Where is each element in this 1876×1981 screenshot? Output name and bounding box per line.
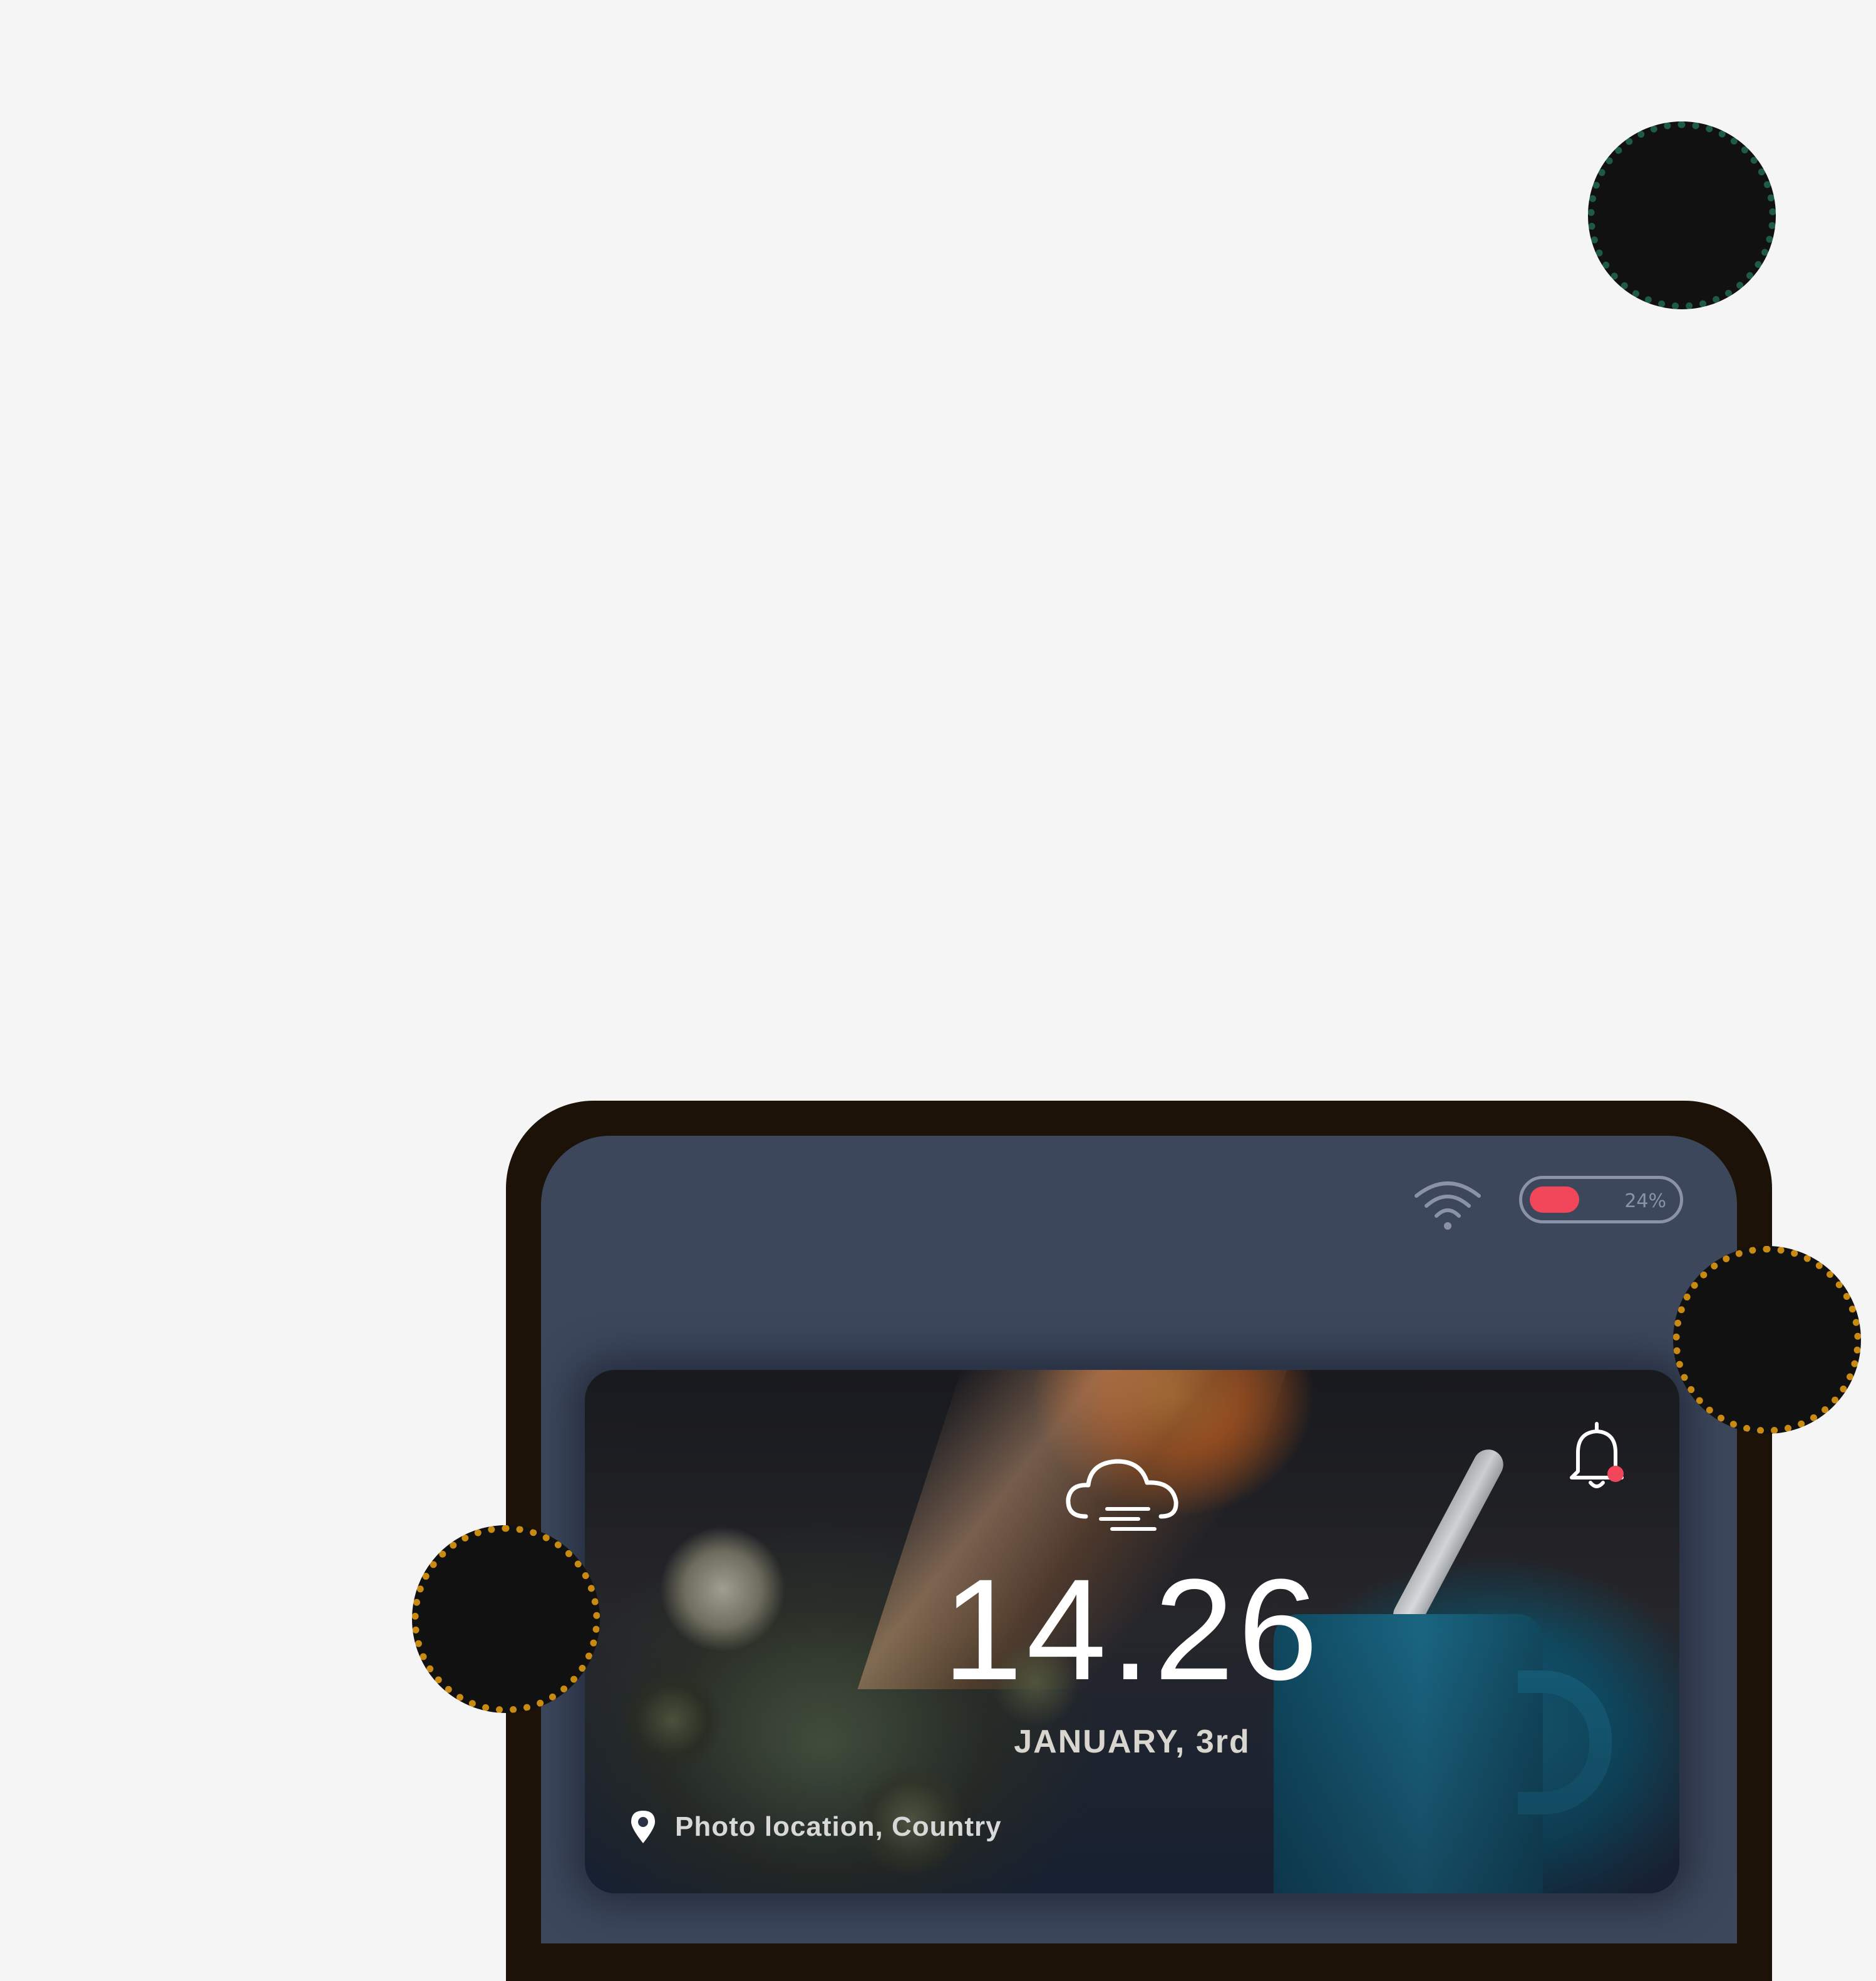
- device-screen: 24% 14.26 JANUARY, 3rd Photo location, C…: [541, 1136, 1737, 1943]
- battery-percentage: 24%: [1624, 1190, 1666, 1212]
- clock-time: 14.26: [942, 1549, 1322, 1710]
- location-label: Photo location, Country: [675, 1811, 1002, 1842]
- location-pin-icon: [631, 1811, 655, 1843]
- bell-icon[interactable]: [1565, 1418, 1628, 1493]
- tablet-device: 24% 14.26 JANUARY, 3rd Photo location, C…: [506, 1101, 1772, 1981]
- decorative-dotted-circle: [1673, 1246, 1861, 1434]
- notification-dot: [1607, 1466, 1624, 1482]
- clock-date: JANUARY, 3rd: [1014, 1724, 1250, 1760]
- decorative-dotted-circle: [1588, 121, 1776, 309]
- lock-screen-card[interactable]: 14.26 JANUARY, 3rd Photo location, Count…: [585, 1370, 1679, 1893]
- wifi-icon: [1415, 1181, 1481, 1230]
- decorative-dotted-circle: [412, 1525, 600, 1713]
- cloud-wind-icon[interactable]: [1061, 1448, 1186, 1541]
- canvas: 24% 14.26 JANUARY, 3rd Photo location, C…: [0, 0, 1876, 1981]
- battery-level-fill: [1530, 1186, 1579, 1213]
- photo-location[interactable]: Photo location, Country: [629, 1808, 1002, 1846]
- battery-indicator: 24%: [1519, 1176, 1683, 1223]
